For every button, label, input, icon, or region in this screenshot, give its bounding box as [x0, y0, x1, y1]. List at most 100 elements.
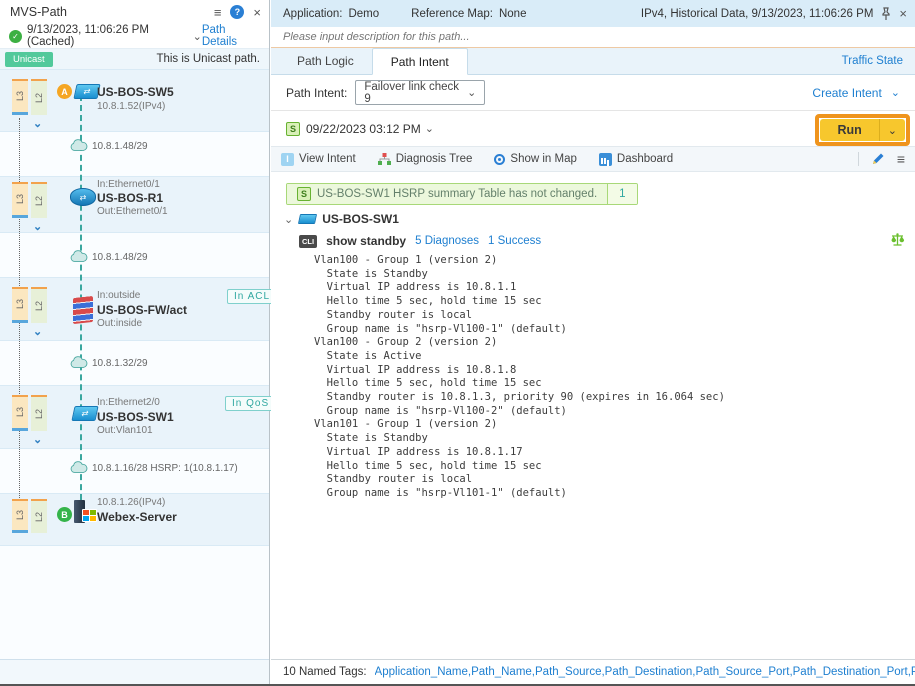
device-name[interactable]: US-BOS-R1	[97, 191, 163, 205]
compare-scale-icon[interactable]	[890, 232, 905, 247]
show-in-map-button[interactable]: Show in Map	[494, 153, 576, 165]
expand-chevron-icon[interactable]: ⌄	[33, 117, 42, 130]
path-pane-footer	[0, 659, 269, 684]
cli-command: show standby	[326, 234, 406, 248]
tab-path-intent[interactable]: Path Intent	[372, 48, 468, 75]
collapse-chevron-icon[interactable]: ⌄	[284, 213, 293, 226]
device-name[interactable]: Webex-Server	[97, 510, 177, 524]
tab-l2[interactable]: L2	[31, 182, 47, 218]
description-input[interactable]	[283, 31, 903, 43]
snapshot-timestamp[interactable]: 09/22/2023 03:12 PM	[306, 122, 421, 136]
snapshot-chevron-icon[interactable]: ⌄	[425, 122, 434, 135]
path-status-row: ✓ 9/13/2023, 11:06:26 PM (Cached) ⌄ Path…	[0, 24, 269, 48]
run-button[interactable]: Run	[820, 119, 878, 141]
path-timestamp[interactable]: 9/13/2023, 11:06:26 PM (Cached)	[27, 24, 189, 48]
diagnosis-tree-icon	[378, 153, 391, 166]
cloud-subnet-label: 10.8.1.16/28 HSRP: 1(10.8.1.17)	[92, 463, 238, 474]
network-cloud-icon[interactable]	[70, 250, 88, 263]
run-button-highlight: Run ⌄	[815, 114, 910, 146]
create-intent-chevron-icon: ⌄	[891, 86, 900, 99]
result-count-badge[interactable]: 1	[607, 184, 636, 204]
tab-l2[interactable]: L2	[31, 79, 47, 115]
view-intent-button[interactable]: I View Intent	[281, 153, 356, 166]
switch-icon[interactable]: ⇄	[71, 406, 98, 421]
layer-tabs: L3 L2	[12, 287, 47, 323]
expand-chevron-icon[interactable]: ⌄	[33, 325, 42, 338]
tab-l3[interactable]: L3	[12, 287, 28, 323]
description-row	[271, 27, 915, 48]
tab-strip: Path Logic Path Intent Traffic State	[271, 48, 915, 75]
application-bar: Application: Demo Reference Map: None IP…	[271, 0, 915, 27]
intent-label: Path Intent:	[286, 86, 347, 100]
tab-l2[interactable]: L2	[31, 287, 47, 323]
named-tags-bar: 10 Named Tags: Application_Name,Path_Nam…	[271, 659, 915, 684]
qos-tag-badge[interactable]: In QoS	[225, 396, 276, 411]
tab-l3[interactable]: L3	[12, 79, 28, 115]
device-name[interactable]: US-BOS-SW5	[97, 85, 174, 99]
cloud-subnet-label: 10.8.1.48/29	[92, 252, 148, 263]
network-cloud-icon[interactable]	[70, 356, 88, 369]
reference-map-link[interactable]: None	[499, 8, 527, 20]
tab-l3[interactable]: L3	[12, 395, 28, 431]
endpoint-b-badge: B	[57, 507, 72, 522]
pane-close-icon[interactable]: ×	[253, 6, 261, 19]
mode-text: IPv4, Historical Data, 9/13/2023, 11:06:…	[641, 8, 873, 20]
result-message[interactable]: S US-BOS-SW1 HSRP summary Table has not …	[286, 183, 638, 205]
network-cloud-icon[interactable]	[70, 461, 88, 474]
acl-tag-badge[interactable]: In ACL	[227, 289, 277, 304]
tree-device-name[interactable]: US-BOS-SW1	[322, 212, 399, 226]
run-split-button[interactable]: Run ⌄	[820, 119, 905, 141]
edit-pencil-icon[interactable]	[871, 152, 885, 166]
diagnoses-link[interactable]: 5 Diagnoses	[415, 235, 479, 247]
diagnosis-tree-button[interactable]: Diagnosis Tree	[378, 153, 473, 166]
timestamp-chevron-icon[interactable]: ⌄	[193, 30, 202, 43]
list-menu-icon[interactable]: ≡	[897, 151, 905, 167]
device-in-interface: In:Ethernet0/1	[97, 179, 160, 190]
device-ip: 10.8.1.52(IPv4)	[97, 101, 165, 112]
device-ip: 10.8.1.26(IPv4)	[97, 497, 165, 508]
device-name[interactable]: US-BOS-FW/act	[97, 303, 187, 317]
server-icon[interactable]	[72, 500, 98, 524]
success-link[interactable]: 1 Success	[488, 235, 541, 247]
pane-title: MVS-Path	[10, 5, 205, 19]
traffic-state-link[interactable]: Traffic State	[842, 55, 903, 67]
tab-l2[interactable]: L2	[31, 395, 47, 431]
windows-logo-icon	[82, 509, 97, 522]
expand-chevron-icon[interactable]: ⌄	[33, 433, 42, 446]
device-out-interface: Out:Vlan101	[97, 425, 153, 436]
tab-l3[interactable]: L3	[12, 499, 28, 533]
unicast-note: This is Unicast path.	[156, 53, 260, 65]
router-icon[interactable]: ⇄	[70, 188, 96, 206]
network-cloud-icon[interactable]	[70, 139, 88, 152]
help-icon[interactable]: ?	[230, 5, 244, 19]
cli-output: Vlan100 - Group 1 (version 2) State is S…	[314, 254, 725, 501]
dropdown-chevron-icon: ⌄	[467, 86, 476, 99]
firewall-icon[interactable]	[73, 296, 93, 324]
cloud-subnet-label: 10.8.1.32/29	[92, 358, 148, 369]
close-pane-icon[interactable]: ×	[899, 7, 907, 20]
tab-l2[interactable]: L2	[31, 499, 47, 533]
application-value: Demo	[348, 8, 379, 20]
pane-menu-icon[interactable]: ≡	[214, 6, 222, 19]
intent-select-row: Path Intent: Failover link check 9 ⌄ Cre…	[271, 75, 915, 110]
create-intent-link[interactable]: Create Intent ⌄	[812, 86, 900, 100]
intent-pane: Application: Demo Reference Map: None IP…	[271, 0, 915, 684]
run-options-chevron-icon[interactable]: ⌄	[879, 119, 905, 141]
device-tree-row[interactable]: ⌄ US-BOS-SW1	[284, 212, 399, 226]
path-details-link[interactable]: Path Details	[202, 24, 260, 48]
reference-map-label: Reference Map:	[411, 8, 493, 20]
unicast-badge: Unicast	[5, 52, 53, 67]
device-out-interface: Out:Ethernet0/1	[97, 206, 168, 217]
dashboard-button[interactable]: Dashboard	[599, 153, 673, 166]
tab-l3[interactable]: L3	[12, 182, 28, 218]
tab-path-logic[interactable]: Path Logic	[279, 48, 372, 74]
snapshot-badge: S	[297, 187, 311, 201]
pin-icon[interactable]	[881, 7, 891, 20]
show-in-map-icon	[494, 154, 505, 165]
dashboard-icon	[599, 153, 612, 166]
cli-command-row: CLI show standby 5 Diagnoses 1 Success	[299, 234, 541, 248]
intent-dropdown[interactable]: Failover link check 9 ⌄	[355, 80, 485, 105]
named-tags-links[interactable]: Application_Name,Path_Name,Path_Source,P…	[375, 666, 915, 678]
expand-chevron-icon[interactable]: ⌄	[33, 220, 42, 233]
device-name[interactable]: US-BOS-SW1	[97, 410, 174, 424]
